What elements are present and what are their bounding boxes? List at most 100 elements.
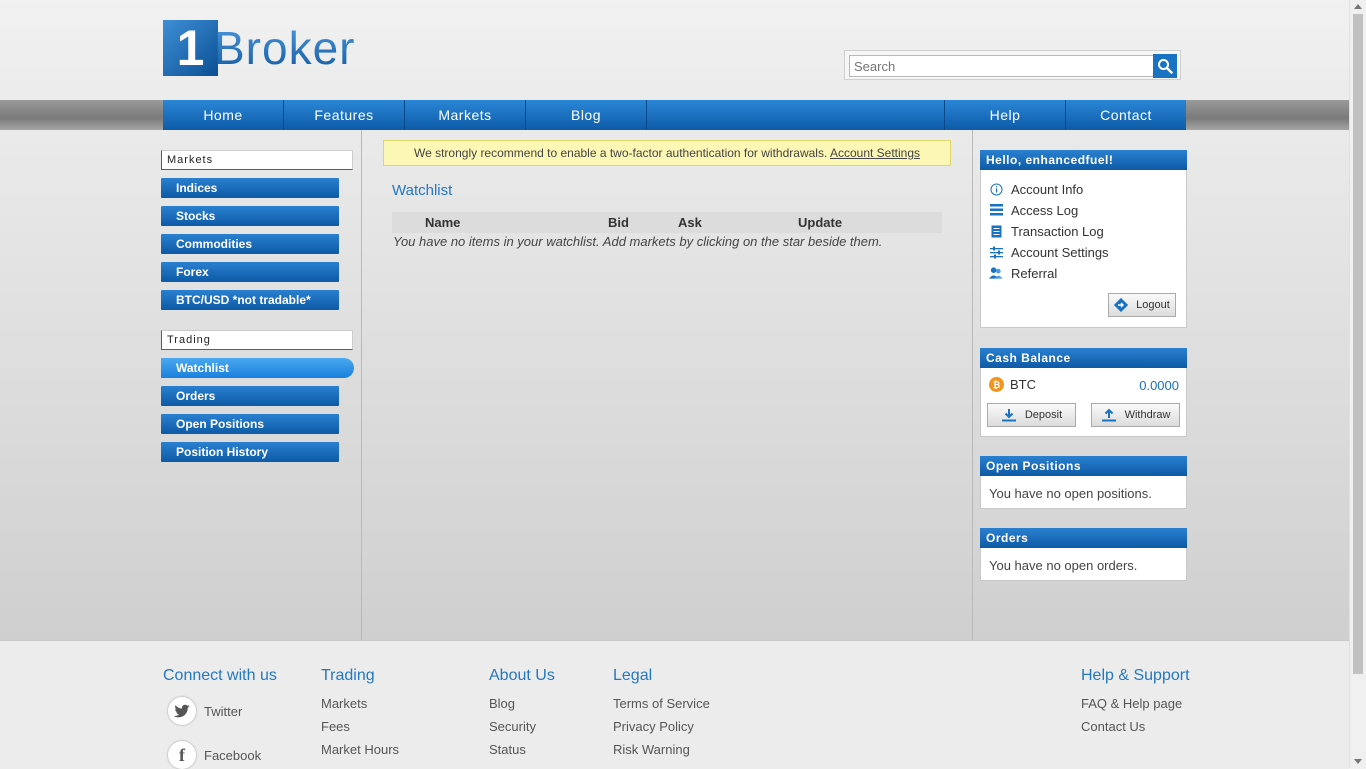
account-settings-link[interactable]: Account Settings — [989, 242, 1109, 262]
btc-balance: 0.0000 — [1139, 378, 1179, 393]
orders-message: You have no open orders. — [989, 558, 1138, 573]
trading-heading: Trading — [161, 330, 353, 350]
footer-link-privacy[interactable]: Privacy Policy — [613, 719, 694, 734]
transaction-log-link[interactable]: Transaction Log — [989, 221, 1104, 241]
open-positions-message: You have no open positions. — [989, 486, 1152, 501]
logout-button[interactable]: Logout — [1108, 293, 1176, 317]
twitter-label: Twitter — [204, 703, 243, 719]
logout-label: Logout — [1136, 299, 1170, 311]
transaction-log-label: Transaction Log — [1011, 223, 1104, 239]
sidebar-item-btcusd[interactable]: BTC/USD *not tradable* — [161, 290, 339, 310]
column-name[interactable]: Name — [425, 215, 460, 230]
left-divider — [361, 130, 362, 640]
nav-help[interactable]: Help — [945, 100, 1066, 130]
footer-link-contact-us[interactable]: Contact Us — [1081, 719, 1145, 734]
footer-link-terms[interactable]: Terms of Service — [613, 696, 710, 711]
footer-link-markets[interactable]: Markets — [321, 696, 367, 711]
search-button[interactable] — [1153, 54, 1177, 78]
footer-link-blog[interactable]: Blog — [489, 696, 515, 711]
scroll-down-arrow-icon[interactable] — [1354, 759, 1362, 764]
download-icon — [1001, 409, 1016, 422]
open-positions-heading: Open Positions — [980, 456, 1187, 476]
logo-number: 1 — [163, 20, 218, 76]
search-input[interactable] — [849, 55, 1155, 77]
sidebar-item-forex[interactable]: Forex — [161, 262, 339, 282]
logo-text: Broker — [214, 22, 356, 74]
access-log-link[interactable]: Access Log — [989, 200, 1078, 220]
watchlist-table-header: Name Bid Ask Update — [392, 212, 942, 233]
sidebar-item-watchlist[interactable]: Watchlist — [161, 358, 354, 378]
account-settings-label: Account Settings — [1011, 244, 1109, 260]
info-icon — [989, 182, 1003, 196]
footer-link-faq[interactable]: FAQ & Help page — [1081, 696, 1182, 711]
withdraw-label: Withdraw — [1124, 409, 1171, 421]
list-icon — [989, 203, 1003, 217]
logout-icon — [1114, 298, 1129, 312]
nav-contact[interactable]: Contact — [1066, 100, 1186, 130]
nav-blog[interactable]: Blog — [526, 100, 647, 130]
facebook-label: Facebook — [204, 747, 262, 763]
notice-account-settings-link[interactable]: Account Settings — [830, 146, 920, 160]
sidebar-item-commodities[interactable]: Commodities — [161, 234, 339, 254]
users-icon — [989, 266, 1003, 280]
sidebar-item-stocks[interactable]: Stocks — [161, 206, 339, 226]
watchlist-empty-message: You have no items in your watchlist. Add… — [393, 234, 883, 249]
main-nav: Home Features Markets Blog Help Contact — [163, 100, 1186, 130]
footer-link-status[interactable]: Status — [489, 742, 526, 757]
sidebar-item-open-positions[interactable]: Open Positions — [161, 414, 339, 434]
scrollbar-thumb[interactable] — [1353, 14, 1363, 674]
footer-trading-heading: Trading — [321, 667, 375, 684]
sidebar-item-orders[interactable]: Orders — [161, 386, 339, 406]
page-scrollbar[interactable] — [1349, 0, 1366, 768]
markets-heading: Markets — [161, 150, 353, 170]
footer: Connect with us Twitter f Facebook Tradi… — [0, 640, 1349, 769]
column-ask[interactable]: Ask — [678, 215, 702, 230]
security-notice: We strongly recommend to enable a two-fa… — [383, 140, 951, 166]
account-greeting: Hello, enhancedfuel! — [980, 150, 1187, 170]
account-info-link[interactable]: Account Info — [989, 179, 1083, 199]
page: 1 Broker Home Features Markets Blog Help… — [0, 0, 1349, 769]
nav-features[interactable]: Features — [284, 100, 405, 130]
nav-markets[interactable]: Markets — [405, 100, 526, 130]
referral-label: Referral — [1011, 265, 1058, 281]
nav-home[interactable]: Home — [163, 100, 284, 130]
footer-legal-heading: Legal — [613, 667, 653, 684]
open-positions-panel: Open Positions You have no open position… — [980, 456, 1187, 509]
brand-logo[interactable]: 1 Broker — [163, 20, 355, 76]
sliders-icon — [989, 245, 1003, 259]
footer-link-fees[interactable]: Fees — [321, 719, 350, 734]
orders-panel: Orders You have no open orders. — [980, 528, 1187, 581]
scroll-up-arrow-icon[interactable] — [1354, 4, 1362, 9]
search-box — [844, 50, 1181, 80]
twitter-link[interactable]: Twitter — [168, 697, 242, 725]
footer-link-security[interactable]: Security — [489, 719, 536, 734]
footer-link-risk-warning[interactable]: Risk Warning — [613, 742, 690, 757]
cash-balance-panel: Cash Balance ₿ BTC 0.0000 Deposit Withdr… — [980, 348, 1187, 437]
facebook-icon: f — [168, 741, 196, 769]
footer-about-heading: About Us — [489, 667, 555, 684]
facebook-link[interactable]: f Facebook — [168, 741, 261, 769]
btc-currency-label: BTC — [1010, 377, 1036, 392]
document-icon — [989, 224, 1003, 238]
column-update[interactable]: Update — [798, 215, 842, 230]
account-info-label: Account Info — [1011, 181, 1084, 197]
twitter-icon — [168, 697, 196, 725]
footer-link-market-hours[interactable]: Market Hours — [321, 742, 399, 757]
bitcoin-icon: ₿ — [989, 377, 1004, 392]
footer-help-heading: Help & Support — [1081, 667, 1190, 684]
nav-spacer — [647, 100, 945, 130]
footer-connect-heading: Connect with us — [163, 667, 277, 684]
search-icon — [1158, 59, 1173, 74]
sidebar-item-indices[interactable]: Indices — [161, 178, 339, 198]
deposit-button[interactable]: Deposit — [987, 403, 1076, 427]
referral-link[interactable]: Referral — [989, 263, 1057, 283]
column-bid[interactable]: Bid — [608, 215, 629, 230]
notice-text: We strongly recommend to enable a two-fa… — [413, 146, 828, 160]
withdraw-button[interactable]: Withdraw — [1091, 403, 1180, 427]
deposit-label: Deposit — [1024, 409, 1063, 421]
access-log-label: Access Log — [1011, 202, 1079, 218]
orders-heading: Orders — [980, 528, 1187, 548]
sidebar-item-position-history[interactable]: Position History — [161, 442, 339, 462]
cash-balance-heading: Cash Balance — [980, 348, 1187, 368]
account-panel: Hello, enhancedfuel! Account Info Access… — [980, 150, 1187, 328]
